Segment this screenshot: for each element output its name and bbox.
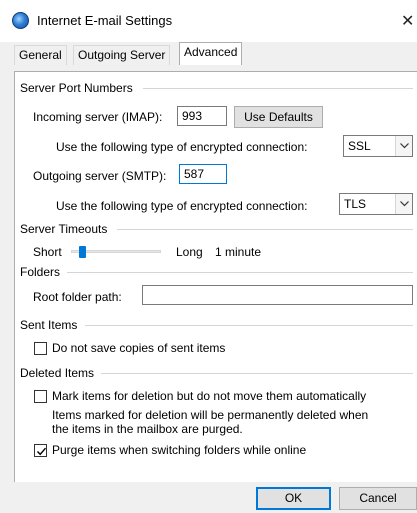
mark-for-deletion-label: Mark items for deletion but do not move … xyxy=(52,389,367,403)
mark-for-deletion-checkbox[interactable] xyxy=(34,390,47,403)
section-divider xyxy=(143,88,413,89)
deletion-info-line1: Items marked for deletion will be perman… xyxy=(52,408,369,422)
advanced-panel: Server Port Numbers Incoming server (IMA… xyxy=(14,71,417,482)
purge-items-label: Purge items when switching folders while… xyxy=(52,443,307,457)
checkmark-icon xyxy=(36,447,47,456)
incoming-encryption-select[interactable]: SSL xyxy=(343,135,413,157)
section-divider xyxy=(67,272,413,273)
no-save-sent-checkbox[interactable] xyxy=(34,342,47,355)
outgoing-encryption-label: Use the following type of encrypted conn… xyxy=(56,199,308,213)
window-title: Internet E-mail Settings xyxy=(37,13,173,28)
use-defaults-button[interactable]: Use Defaults xyxy=(234,106,323,128)
timeout-short-label: Short xyxy=(33,245,62,259)
no-save-sent-label: Do not save copies of sent items xyxy=(52,341,226,355)
outgoing-encryption-value: TLS xyxy=(344,197,367,211)
section-divider xyxy=(101,373,413,374)
incoming-encryption-label: Use the following type of encrypted conn… xyxy=(56,140,308,154)
section-heading-sent-items: Sent Items xyxy=(20,318,78,332)
dialog-footer: OK Cancel xyxy=(0,482,417,513)
dialog-content: General Outgoing Server Advanced Server … xyxy=(0,42,417,482)
section-heading-folders: Folders xyxy=(20,265,61,279)
timeout-long-label: Long xyxy=(176,245,203,259)
section-heading-deleted-items: Deleted Items xyxy=(20,366,95,380)
close-icon[interactable]: ✕ xyxy=(401,11,414,31)
tab-advanced[interactable]: Advanced xyxy=(179,42,243,65)
root-folder-path-input[interactable] xyxy=(142,285,413,305)
purge-items-checkbox[interactable] xyxy=(34,444,47,457)
timeout-value: 1 minute xyxy=(215,245,262,259)
cancel-button[interactable]: Cancel xyxy=(339,487,417,510)
section-divider xyxy=(117,229,413,230)
tab-outgoing-server[interactable]: Outgoing Server xyxy=(73,45,171,65)
ok-button[interactable]: OK xyxy=(256,487,331,510)
tab-general[interactable]: General xyxy=(14,45,67,65)
outgoing-port-input[interactable]: 587 xyxy=(179,164,227,184)
outlook-globe-icon xyxy=(12,12,29,29)
chevron-down-icon xyxy=(395,194,412,214)
incoming-server-label: Incoming server (IMAP): xyxy=(33,110,163,124)
outgoing-server-label: Outgoing server (SMTP): xyxy=(33,169,167,183)
incoming-port-input[interactable]: 993 xyxy=(177,106,227,126)
section-heading-server-timeouts: Server Timeouts xyxy=(20,222,108,236)
deletion-info-line2: the items in the mailbox are purged. xyxy=(52,422,243,436)
outgoing-encryption-select[interactable]: TLS xyxy=(339,193,413,215)
chevron-down-icon xyxy=(395,136,412,156)
section-divider xyxy=(85,325,413,326)
root-folder-label: Root folder path: xyxy=(33,290,122,304)
title-bar: Internet E-mail Settings ✕ xyxy=(0,0,417,42)
incoming-encryption-value: SSL xyxy=(348,139,371,153)
timeout-slider-thumb[interactable] xyxy=(78,246,86,258)
section-heading-server-ports: Server Port Numbers xyxy=(20,81,133,95)
